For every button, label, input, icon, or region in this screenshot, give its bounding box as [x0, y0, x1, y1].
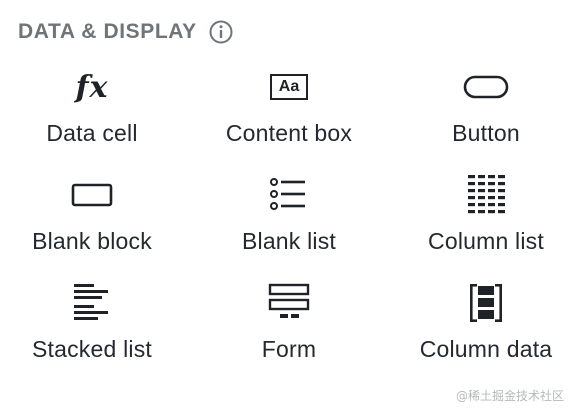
- tile-label: Button: [452, 120, 520, 146]
- function-icon: fx: [62, 62, 122, 112]
- text-box-icon: Aa: [259, 62, 319, 112]
- button-icon: [456, 62, 516, 112]
- tile-button[interactable]: Button: [388, 62, 580, 162]
- tile-label: Content box: [225, 120, 353, 146]
- tile-form[interactable]: Form: [191, 278, 387, 378]
- watermark: @稀土掘金技术社区: [455, 389, 564, 403]
- tile-blank-block[interactable]: Blank block: [0, 170, 190, 270]
- tile-label: Data cell: [46, 120, 138, 146]
- tile-label: Form: [261, 336, 317, 362]
- stacked-list-icon: [62, 278, 122, 328]
- tile-label: Stacked list: [31, 336, 152, 362]
- column-data-icon: [456, 278, 516, 328]
- column-list-icon: [456, 170, 516, 220]
- tile-label: Blank block: [32, 228, 152, 254]
- tile-content-box[interactable]: Aa Content box: [191, 62, 387, 162]
- tile-stacked-list[interactable]: Stacked list: [0, 278, 190, 378]
- section-title: DATA & DISPLAY: [18, 20, 197, 43]
- bullet-list-icon: [259, 170, 319, 220]
- text-box-glyph: Aa: [278, 78, 300, 95]
- data-display-panel: DATA & DISPLAY fx Data cell Aa Content b…: [0, 0, 580, 408]
- tile-data-cell[interactable]: fx Data cell: [0, 62, 190, 162]
- text-box-frame: Aa: [270, 74, 308, 100]
- tile-label: Column list: [428, 228, 544, 254]
- tile-label: Blank list: [241, 228, 337, 254]
- tile-column-data[interactable]: Column data: [388, 278, 580, 378]
- section-header: DATA & DISPLAY: [18, 18, 233, 46]
- tile-blank-list[interactable]: Blank list: [191, 170, 387, 270]
- tile-column-list[interactable]: Column list: [388, 170, 580, 270]
- rectangle-icon: [62, 170, 122, 220]
- tile-label: Column data: [419, 336, 553, 362]
- info-icon[interactable]: [209, 20, 233, 44]
- form-icon: [259, 278, 319, 328]
- function-glyph: fx: [75, 69, 109, 105]
